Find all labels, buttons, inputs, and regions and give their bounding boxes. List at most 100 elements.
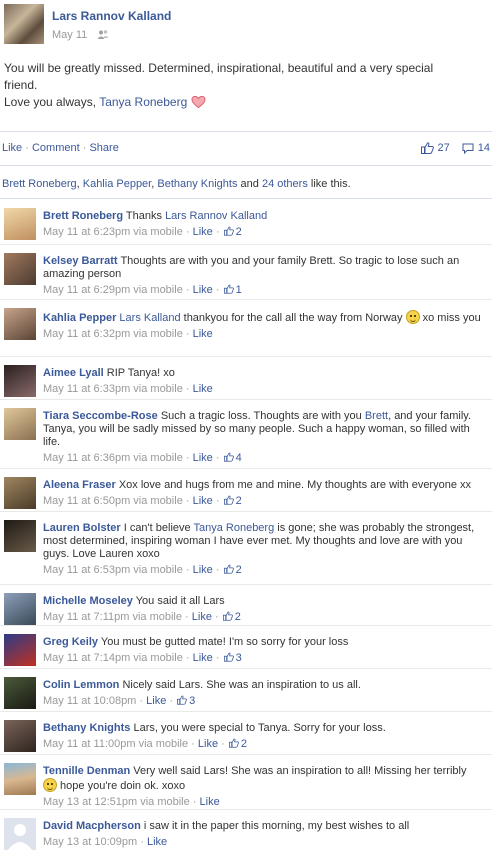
commenter-name[interactable]: Colin Lemmon	[43, 679, 119, 691]
comment-like-count[interactable]: 2	[235, 611, 241, 623]
liker-link[interactable]: Kahlia Pepper	[83, 178, 152, 190]
avatar[interactable]	[4, 308, 36, 340]
avatar[interactable]	[4, 593, 36, 625]
commenter-name[interactable]: Greg Keily	[43, 636, 98, 648]
tagged-person-link[interactable]: Brett	[365, 410, 388, 422]
likes-summary: Brett Roneberg, Kahlia Pepper, Bethany K…	[2, 178, 351, 190]
liker-link[interactable]: Bethany Knights	[157, 178, 237, 190]
comment-like-count[interactable]: 2	[236, 495, 242, 507]
comment: Kahlia Pepper Lars Kalland thankyou for …	[0, 300, 492, 357]
avatar[interactable]	[4, 520, 36, 552]
comment-like-button[interactable]: Like	[193, 564, 213, 576]
comment-like-button[interactable]: Like	[192, 611, 212, 623]
like-count[interactable]: 27	[438, 142, 450, 154]
avatar[interactable]	[4, 720, 36, 752]
thumbs-up-icon[interactable]	[228, 738, 239, 748]
thumbs-up-icon[interactable]	[223, 284, 234, 294]
thumbs-up-icon[interactable]	[223, 564, 234, 574]
thumbs-up-icon[interactable]	[223, 226, 234, 236]
comment-like-count[interactable]: 3	[236, 652, 242, 664]
comment-bubble-icon[interactable]	[462, 143, 474, 154]
comment-meta: May 11 at 6:50pm via mobile · Like · 2	[43, 495, 242, 507]
separator: ·	[82, 142, 87, 154]
comment-like-button[interactable]: Like	[193, 383, 213, 395]
comment-count[interactable]: 14	[478, 142, 490, 154]
comment-like-count[interactable]: 1	[236, 284, 242, 296]
comment-like-button[interactable]: Like	[193, 226, 213, 238]
comment-time[interactable]: May 11 at 11:00pm via mobile	[43, 738, 188, 750]
comment: Kelsey Barratt Thoughts are with you and…	[0, 245, 492, 300]
avatar[interactable]	[4, 253, 36, 285]
commenter-name[interactable]: David Macpherson	[43, 820, 141, 832]
comment-like-button[interactable]: Like	[193, 284, 213, 296]
comment-time[interactable]: May 11 at 6:29pm via mobile	[43, 284, 183, 296]
comment-like-count[interactable]: 4	[236, 452, 242, 464]
comment-meta: May 11 at 10:08pm · Like · 3	[43, 695, 196, 707]
like-button[interactable]: Like	[2, 142, 22, 154]
comment-time[interactable]: May 11 at 7:11pm via mobile	[43, 611, 182, 623]
comment-like-count[interactable]: 2	[236, 564, 242, 576]
comment-body: Michelle Moseley You said it all Lars Ma…	[43, 595, 483, 624]
comment-like-button[interactable]: Like	[147, 836, 167, 848]
comment-time[interactable]: May 11 at 6:33pm via mobile	[43, 383, 183, 395]
comment-time[interactable]: May 13 at 12:51pm via mobile	[43, 796, 190, 808]
comment-time[interactable]: May 11 at 10:08pm	[43, 695, 136, 707]
share-button[interactable]: Share	[89, 142, 118, 154]
commenter-name[interactable]: Aleena Fraser	[43, 479, 116, 491]
commenter-name[interactable]: Tennille Denman	[43, 765, 130, 777]
commenter-name[interactable]: Aimee Lyall	[43, 367, 104, 379]
commenter-name[interactable]: Lauren Bolster	[43, 522, 121, 534]
comment-like-button[interactable]: Like	[198, 738, 218, 750]
comment-body: Kahlia Pepper Lars Kalland thankyou for …	[43, 310, 483, 341]
comment-like-button[interactable]: Like	[193, 452, 213, 464]
comment-time[interactable]: May 11 at 6:53pm via mobile	[43, 564, 183, 576]
comment-like-button[interactable]: Like	[193, 328, 213, 340]
post-text: You will be greatly missed. Determined, …	[4, 60, 484, 111]
commenter-name[interactable]: Michelle Moseley	[43, 595, 133, 607]
comment-time[interactable]: May 11 at 6:23pm via mobile	[43, 226, 183, 238]
commenter-name[interactable]: Tiara Seccombe-Rose	[43, 410, 158, 422]
thumbs-up-icon[interactable]	[222, 611, 233, 621]
comment-like-count[interactable]: 2	[236, 226, 242, 238]
thumbs-up-icon[interactable]	[223, 452, 234, 462]
author-name[interactable]: Lars Rannov Kalland	[52, 9, 171, 23]
default-avatar[interactable]	[4, 818, 36, 850]
avatar[interactable]	[4, 477, 36, 509]
commenter-name[interactable]: Kahlia Pepper	[43, 312, 116, 324]
tagged-person-link[interactable]: Lars Rannov Kalland	[165, 210, 267, 222]
comment-like-count[interactable]: 2	[241, 738, 247, 750]
comment-time[interactable]: May 13 at 10:09pm	[43, 836, 137, 848]
comment-like-button[interactable]: Like	[200, 796, 220, 808]
post-date[interactable]: May 11	[52, 29, 87, 41]
commenter-name[interactable]: Brett Roneberg	[43, 210, 123, 222]
tagged-person-link[interactable]: Tanya Roneberg	[99, 95, 187, 109]
comment-like-count[interactable]: 3	[189, 695, 195, 707]
avatar[interactable]	[4, 634, 36, 666]
avatar[interactable]	[4, 763, 36, 795]
comment-time[interactable]: May 11 at 6:50pm via mobile	[43, 495, 183, 507]
avatar[interactable]	[4, 365, 36, 397]
avatar[interactable]	[4, 677, 36, 709]
friends-audience-icon[interactable]	[97, 29, 109, 41]
comment-button[interactable]: Comment	[32, 142, 80, 154]
others-link[interactable]: 24 others	[262, 178, 308, 190]
thumbs-up-icon[interactable]	[420, 142, 434, 154]
commenter-name[interactable]: Bethany Knights	[43, 722, 130, 734]
comment-time[interactable]: May 11 at 6:32pm via mobile	[43, 328, 183, 340]
comment-time[interactable]: May 11 at 6:36pm via mobile	[43, 452, 183, 464]
comment-like-button[interactable]: Like	[146, 695, 166, 707]
author-avatar[interactable]	[4, 4, 44, 44]
tagged-person-link[interactable]: Lars Kalland	[119, 312, 180, 324]
tagged-person-link[interactable]: Tanya Roneberg	[193, 522, 274, 534]
thumbs-up-icon[interactable]	[223, 652, 234, 662]
comment-like-button[interactable]: Like	[193, 495, 213, 507]
thumbs-up-icon[interactable]	[223, 495, 234, 505]
comment-time[interactable]: May 11 at 7:14pm via mobile	[43, 652, 183, 664]
comment-like-button[interactable]: Like	[193, 652, 213, 664]
avatar[interactable]	[4, 208, 36, 240]
liker-link[interactable]: Brett Roneberg	[2, 178, 77, 190]
thumbs-up-icon[interactable]	[177, 695, 187, 705]
avatar[interactable]	[4, 408, 36, 440]
comment-text: i saw it in the paper this morning, my b…	[143, 820, 410, 832]
commenter-name[interactable]: Kelsey Barratt	[43, 255, 118, 267]
